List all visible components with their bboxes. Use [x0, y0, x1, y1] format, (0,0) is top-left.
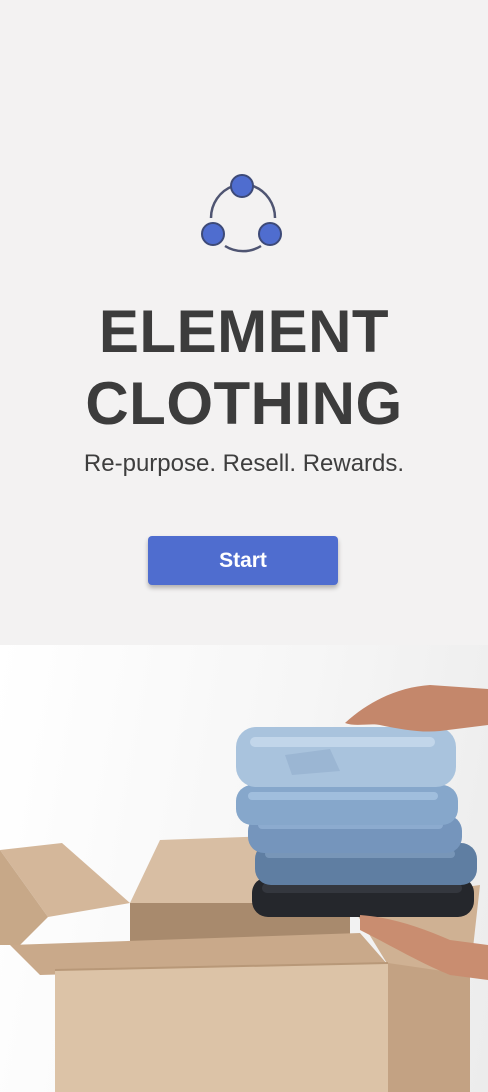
jeans-stack	[236, 727, 477, 917]
welcome-panel: ELEMENT CLOTHING Re-purpose. Resell. Rew…	[0, 0, 488, 645]
start-button[interactable]: Start	[148, 536, 338, 585]
share-network-icon	[199, 172, 287, 258]
brand-title-line1: ELEMENT	[98, 298, 390, 365]
brand-title-line2: CLOTHING	[85, 370, 403, 437]
hero-image	[0, 645, 488, 1092]
brand-tagline: Re-purpose. Resell. Rewards.	[83, 450, 405, 477]
